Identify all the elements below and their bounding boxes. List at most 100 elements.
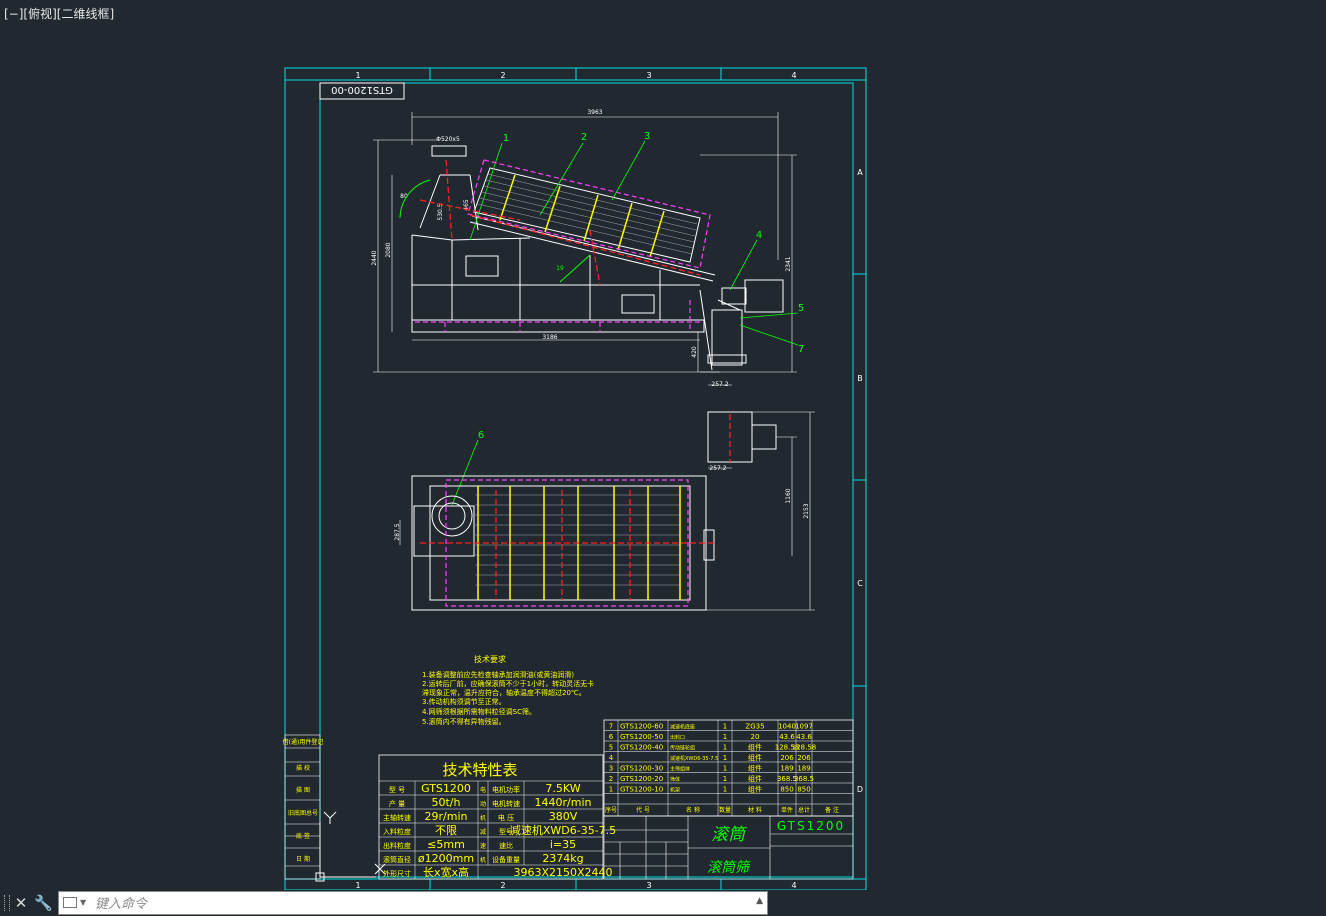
wrench-icon[interactable]: 🔧 [34, 894, 53, 912]
col-label: 2 [500, 71, 505, 80]
col-label: 3 [646, 71, 651, 80]
tech-req-line: 2.运转后厂前，应确保滚筒不少于1小时，转动灵活无卡 [422, 679, 594, 688]
spec-cell: 380V [549, 810, 578, 823]
spec-cell: 出料粒度 [383, 841, 411, 850]
side-view: 3963 3186 2440 2080 2341 420 257.2 Φ520x… [371, 109, 797, 388]
spec-cell: 入料粒度 [383, 827, 411, 836]
callout-5: 5 [798, 303, 804, 314]
bom-cell: 1 [723, 765, 727, 773]
drawing-number-box: GTS1200-00 [319, 82, 405, 100]
spec-cell: 型 号 [389, 785, 405, 794]
bom-cell: 机架 [670, 787, 680, 794]
tech-req-line: 1.装备调整前应先检查轴承加润滑油(或黄油润滑) [422, 670, 574, 679]
bom-cell: 组件 [748, 743, 762, 752]
bom-header-cell: 数量 [719, 806, 731, 814]
bom-cell: 189 [780, 765, 793, 773]
bom-cell: GTS1200-60 [620, 723, 663, 731]
bom-cell: 组件 [748, 774, 762, 783]
bom-cell: 1 [723, 754, 727, 762]
spec-cell: 主轴转速 [383, 813, 411, 822]
close-icon[interactable]: ✕ [12, 894, 30, 912]
bom-cell: 2 [609, 775, 613, 783]
bom-header-cell: 总计 [798, 806, 810, 814]
spec-cell: 机 [480, 856, 486, 864]
col-label: 1 [355, 71, 360, 80]
bom-cell: 6 [609, 733, 614, 741]
bom-cell: GTS1200-10 [620, 786, 663, 794]
bom-header-cell: 序号 [605, 806, 617, 814]
left-strip-cell: 日 期 [296, 855, 310, 863]
bom-cell: 206 [797, 754, 811, 762]
drag-grip-icon[interactable] [4, 895, 10, 911]
bom-cell: 1 [723, 786, 727, 794]
bom-header-cell: 材 料 [748, 806, 762, 814]
spec-cell: 动 [480, 801, 486, 808]
bom-cell: GTS1200-50 [620, 733, 663, 741]
spec-cell: 电机功率 [492, 785, 520, 794]
bom-cell: 5 [609, 744, 613, 752]
dim-plan-side: 287.5 [394, 523, 401, 540]
spec-cell: 29r/min [425, 810, 468, 823]
dim-foot-width: 257.2 [711, 381, 728, 388]
bom-cell: 850 [797, 786, 810, 794]
spec-cell: 不限 [435, 824, 457, 837]
spec-cell: 长x宽x高 [423, 865, 469, 879]
dim-small-a: 530.5 [437, 203, 444, 220]
chevron-up-icon[interactable]: ▲ [756, 896, 763, 906]
col-label: 3 [646, 881, 651, 890]
command-bar: ✕ 🔧 ▼ ▲ [0, 890, 1326, 916]
tech-req-line: 滞现象正常，温升应符合，轴承温度不得超过20℃。 [422, 688, 586, 697]
spec-cell: 滚筒直径 [383, 855, 411, 864]
spec-cell: 速 [480, 843, 486, 850]
bom-cell: GTS1200-40 [620, 744, 663, 752]
plan-view: 1160 2153 287.5 257.2 [394, 411, 815, 611]
dim-height-a: 2440 [371, 250, 378, 265]
title-model: GTS1200 [777, 819, 845, 833]
callout-2: 2 [581, 132, 587, 143]
left-strip-cell: 旧底图总号 [288, 809, 318, 817]
spec-cell: 外形尺寸 [383, 869, 411, 878]
dim-mid-mark: 19 [556, 265, 564, 272]
row-label: A [857, 168, 863, 177]
callout-4: 4 [756, 230, 762, 241]
col-label: 2 [500, 881, 505, 890]
bom-header-cell: 单件 [781, 806, 793, 814]
left-strip-cell: 底 签 [296, 832, 310, 840]
bom-cell: 43.6 [796, 733, 812, 741]
command-line-field[interactable]: ▼ ▲ [58, 891, 768, 915]
dim-foot-height: 420 [691, 346, 698, 358]
dim-overall-length: 3963 [587, 109, 602, 116]
chevron-down-icon[interactable]: ▼ [80, 898, 86, 907]
spec-cell: 1440r/min [535, 796, 592, 809]
bom-header-cell: 代 号 [636, 806, 650, 814]
left-strip-cell: 描 图 [296, 786, 310, 794]
dim-height-b: 2080 [385, 242, 392, 257]
drawing-number: GTS1200-00 [331, 84, 393, 95]
tech-req-line: 4.网筛须根据所需物料粒径调SC筛。 [422, 707, 536, 716]
spec-cell: 电机转速 [492, 799, 520, 808]
dim-plan-h2: 2153 [803, 503, 810, 518]
bom-cell: 传动链轮组 [670, 745, 695, 752]
bom-table: 7 GTS1200-60 减速机底座 1 ZG35 1040 1097 6 GTS1200-50… [603, 719, 854, 817]
bom-cell: 1 [723, 733, 727, 741]
bom-cell: 筛体 [670, 776, 680, 783]
spec-cell: 设备重量 [492, 855, 520, 864]
spec-cell: ≤5mm [427, 838, 465, 851]
bom-cell: 主筛组体 [670, 766, 690, 773]
cad-drawing-canvas[interactable]: 1 2 3 4 1 2 3 4 A B C D GTS1200-00 3963 … [0, 0, 1326, 890]
bom-cell: 4 [609, 754, 614, 762]
command-input[interactable] [93, 894, 737, 914]
dim-base-length: 3186 [542, 334, 557, 341]
left-strip-cell: 借(通)用件登记 [283, 738, 324, 746]
spec-cell: GTS1200 [421, 782, 471, 795]
spec-cell: 电 压 [498, 813, 514, 822]
spec-title: 技术特性表 [442, 761, 517, 779]
sheet-frame [284, 67, 867, 890]
spec-cell: ø1200mm [418, 852, 474, 865]
bom-cell: 850 [780, 786, 793, 794]
bom-cell: 128.58 [792, 744, 817, 752]
spec-cell: 减速机XWD6-35-7.5 [510, 823, 616, 837]
row-label: D [857, 785, 863, 794]
bom-cell: 组件 [748, 753, 762, 762]
command-prompt-icon[interactable] [63, 897, 77, 908]
